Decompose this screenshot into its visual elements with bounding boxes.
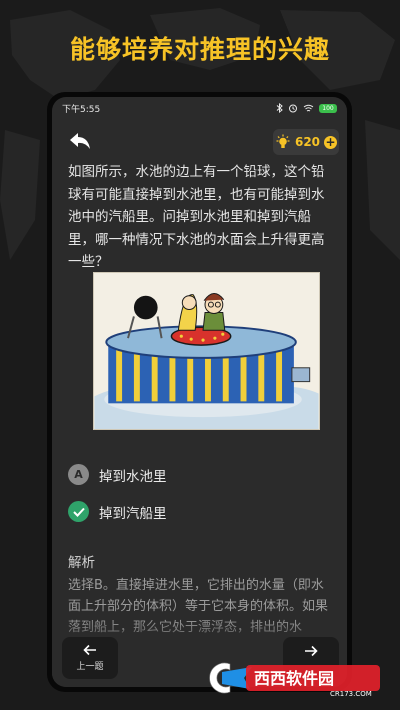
- option-a[interactable]: A 掉到水池里: [68, 464, 167, 485]
- status-time: 下午5:55: [62, 104, 101, 115]
- alarm-icon: [289, 104, 297, 113]
- lightbulb-icon: [276, 134, 290, 148]
- arrow-right-icon: [305, 645, 318, 657]
- add-coins-icon[interactable]: +: [324, 135, 338, 149]
- phone-frame: 下午5:55 100 620 + 如图所示，水池的边上有一个铅球，这个铅球有可能…: [47, 92, 352, 692]
- coin-balance[interactable]: 620 +: [273, 129, 339, 155]
- status-icons: 100: [276, 103, 337, 113]
- option-b[interactable]: 掉到汽船里: [68, 501, 167, 522]
- watermark-url: CR173.COM: [330, 690, 372, 698]
- watermark-brand: 西西软件园: [254, 669, 334, 688]
- bluetooth-icon: [276, 103, 283, 113]
- cr173-watermark-logo: 西西软件园 CR173.COM: [209, 662, 380, 698]
- previous-question-label: 上一题: [76, 662, 104, 672]
- back-arrow-icon: [70, 133, 90, 149]
- option-a-letter: A: [68, 464, 89, 485]
- pool-boat-illustration: [93, 272, 320, 430]
- back-button[interactable]: [66, 129, 94, 155]
- wifi-icon: [303, 104, 314, 111]
- arrow-left-icon: [83, 644, 96, 656]
- analysis-title: 解析: [68, 555, 95, 571]
- option-a-label: 掉到水池里: [99, 468, 167, 485]
- question-text: 如图所示，水池的边上有一个铅球，这个铅球有可能直接掉到水池里，也有可能掉到水池中…: [68, 164, 325, 270]
- correct-check-icon: [68, 501, 89, 522]
- battery-indicator: 100: [319, 103, 337, 113]
- previous-question-button[interactable]: 上一题: [62, 637, 118, 679]
- coin-count: 620: [294, 135, 321, 149]
- promo-headline: 能够培养对推理的兴趣: [69, 35, 330, 64]
- app-screen: 下午5:55 100 620 + 如图所示，水池的边上有一个铅球，这个铅球有可能…: [52, 97, 347, 687]
- option-b-label: 掉到汽船里: [99, 505, 167, 522]
- status-bar: 下午5:55 100: [52, 97, 347, 119]
